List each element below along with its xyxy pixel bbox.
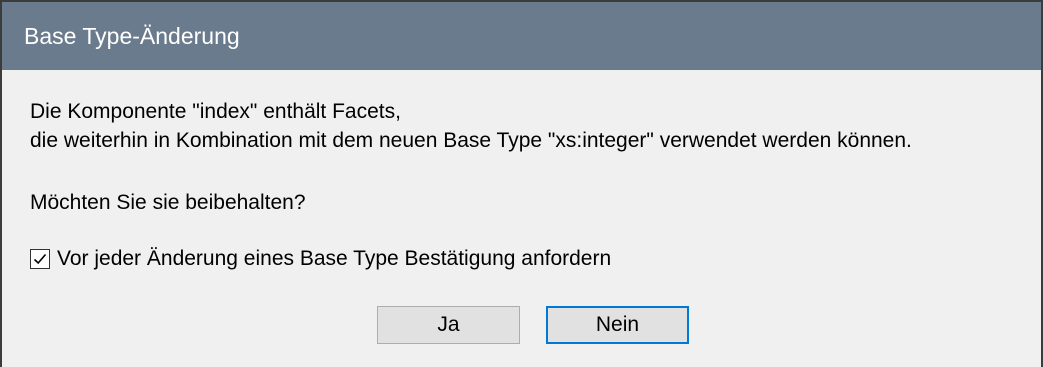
dialog-window: Base Type-Änderung Die Komponente "index… bbox=[0, 0, 1043, 367]
dialog-title: Base Type-Änderung bbox=[24, 22, 240, 49]
title-bar[interactable]: Base Type-Änderung bbox=[2, 2, 1041, 70]
confirm-checkbox-label[interactable]: Vor jeder Änderung eines Base Type Bestä… bbox=[57, 247, 611, 271]
question-text: Möchten Sie sie beibehalten? bbox=[30, 191, 306, 214]
no-button[interactable]: Nein bbox=[546, 306, 689, 344]
checkmark-icon bbox=[33, 253, 47, 265]
dialog-body: Die Komponente "index" enthält Facets, d… bbox=[2, 70, 1041, 367]
message-line-1: Die Komponente "index" enthält Facets, bbox=[30, 100, 401, 123]
message-line-2: die weiterhin in Kombination mit dem neu… bbox=[30, 129, 912, 152]
confirm-checkbox[interactable] bbox=[30, 249, 50, 269]
yes-button[interactable]: Ja bbox=[377, 306, 520, 344]
confirm-checkbox-row[interactable]: Vor jeder Änderung eines Base Type Bestä… bbox=[30, 247, 611, 271]
